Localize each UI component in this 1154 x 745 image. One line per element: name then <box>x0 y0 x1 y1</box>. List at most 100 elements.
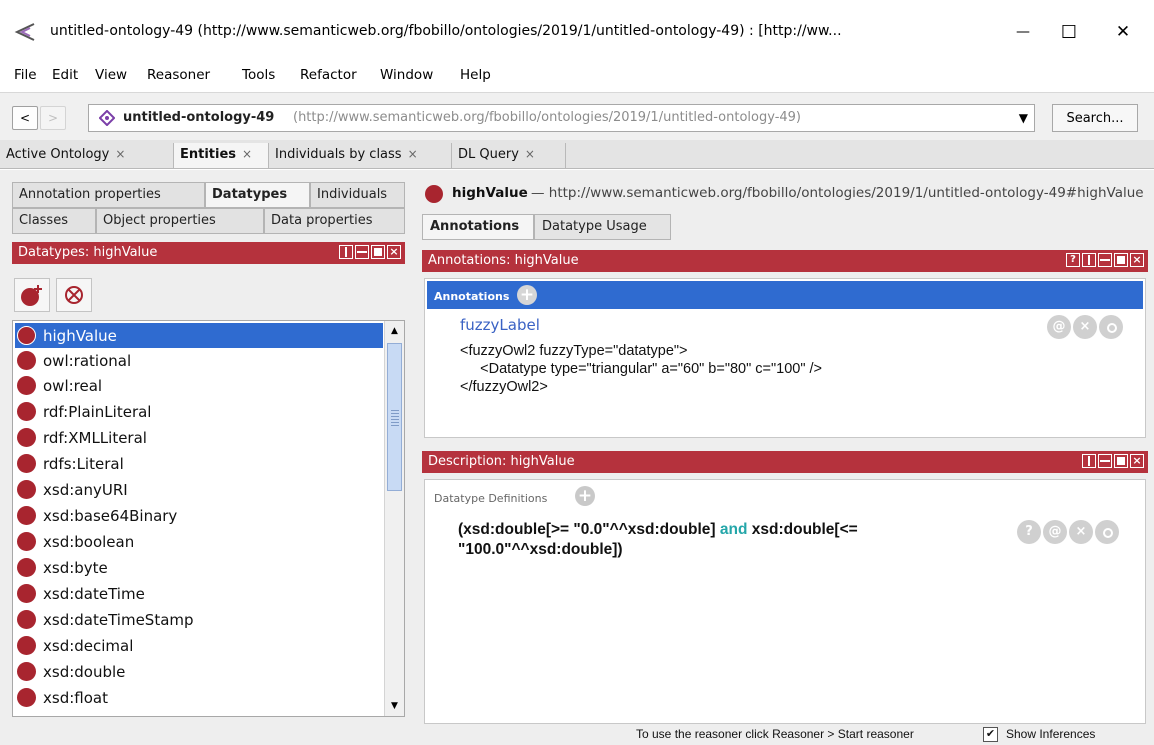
datatype-icon <box>17 688 36 707</box>
chevron-down-icon[interactable]: ▼ <box>1019 111 1028 125</box>
list-item[interactable]: rdf:XMLLiteral <box>15 425 385 450</box>
maximize-button[interactable]: ☐ <box>1046 14 1092 50</box>
list-item[interactable]: rdfs:Literal <box>15 451 385 476</box>
menu-tools[interactable]: Tools <box>242 67 275 83</box>
close-view-icon[interactable]: × <box>1130 454 1144 468</box>
delete-annotation-icon[interactable]: × <box>1073 315 1097 339</box>
datatype-icon <box>17 454 36 473</box>
maximize-view-icon[interactable] <box>1114 253 1128 267</box>
split-vertical-icon[interactable] <box>1082 454 1096 468</box>
title-bar: untitled-ontology-49 (http://www.semanti… <box>0 0 1154 62</box>
tab-dl-query[interactable]: DL Query × <box>452 143 566 168</box>
show-inferences-label: Show Inferences <box>1006 727 1096 741</box>
close-tab-icon[interactable]: × <box>525 147 535 161</box>
close-tab-icon[interactable]: × <box>115 147 125 161</box>
list-item[interactable]: xsd:decimal <box>15 633 385 658</box>
split-horizontal-icon[interactable] <box>355 245 369 259</box>
ontology-selector[interactable]: untitled-ontology-49 (http://www.semanti… <box>88 104 1035 132</box>
datatype-definition[interactable]: (xsd:double[>= "0.0"^^xsd:double] and xs… <box>458 520 858 560</box>
list-item[interactable]: xsd:boolean <box>15 529 385 554</box>
close-view-icon[interactable]: × <box>387 245 401 259</box>
tab-individuals-by-class[interactable]: Individuals by class × <box>269 143 452 168</box>
help-icon[interactable]: ? <box>1066 253 1080 267</box>
annotations-view-header: Annotations: highValue ? × <box>422 250 1148 272</box>
menu-edit[interactable]: Edit <box>52 67 78 83</box>
list-item[interactable]: highValue <box>15 323 383 348</box>
scroll-down-icon[interactable]: ▼ <box>385 696 404 716</box>
menu-reasoner[interactable]: Reasoner <box>147 67 210 83</box>
annotate-icon[interactable]: @ <box>1043 520 1067 544</box>
delete-datatype-button[interactable] <box>56 278 92 312</box>
workspace-tabs: Active Ontology × Entities × Individuals b… <box>0 140 1154 169</box>
add-annotation-icon[interactable]: + <box>517 285 537 305</box>
add-datatype-icon <box>21 285 42 306</box>
list-item[interactable]: xsd:byte <box>15 555 385 580</box>
tab-classes[interactable]: Classes <box>12 208 96 234</box>
menu-help[interactable]: Help <box>460 67 491 83</box>
tab-individuals[interactable]: Individuals <box>310 182 405 208</box>
tab-datatype-usage[interactable]: Datatype Usage <box>534 214 671 240</box>
edit-definition-icon[interactable] <box>1095 520 1119 544</box>
annotate-icon[interactable]: @ <box>1047 315 1071 339</box>
explain-icon[interactable]: ? <box>1017 520 1041 544</box>
datatype-list: highValue owl:rational owl:real rdf:Plai… <box>12 320 405 717</box>
split-vertical-icon[interactable] <box>1082 253 1096 267</box>
datatype-icon <box>17 532 36 551</box>
list-item[interactable]: xsd:anyURI <box>15 477 385 502</box>
tab-entities[interactable]: Entities × <box>174 143 269 168</box>
back-button[interactable]: < <box>12 106 38 130</box>
datatype-icon <box>17 610 36 629</box>
minimize-button[interactable]: — <box>1000 14 1046 50</box>
keyword-and: and <box>719 521 748 538</box>
show-inferences-checkbox[interactable]: ✔ <box>983 727 998 742</box>
tab-active-ontology[interactable]: Active Ontology × <box>0 143 174 168</box>
datatype-icon <box>17 636 36 655</box>
edit-annotation-icon[interactable] <box>1099 315 1123 339</box>
description-view-header: Description: highValue × <box>422 451 1148 473</box>
split-vertical-icon[interactable] <box>339 245 353 259</box>
scroll-thumb[interactable] <box>387 343 402 491</box>
datatype-icon <box>17 351 36 370</box>
list-item[interactable]: owl:rational <box>15 348 385 373</box>
split-horizontal-icon[interactable] <box>1098 454 1112 468</box>
section-label: Annotations <box>434 290 510 303</box>
split-horizontal-icon[interactable] <box>1098 253 1112 267</box>
list-item[interactable]: xsd:double <box>15 659 385 684</box>
datatype-icon <box>17 326 36 345</box>
datatypes-view-header: Datatypes: highValue × <box>12 242 405 264</box>
close-tab-icon[interactable]: × <box>408 147 418 161</box>
menu-window[interactable]: Window <box>380 67 433 83</box>
forward-button[interactable]: > <box>40 106 66 130</box>
list-item[interactable]: xsd:base64Binary <box>15 503 385 528</box>
maximize-view-icon[interactable] <box>1114 454 1128 468</box>
tab-data-properties[interactable]: Data properties <box>264 208 405 234</box>
scroll-up-icon[interactable]: ▲ <box>385 321 404 341</box>
datatype-icon <box>17 584 36 603</box>
list-item[interactable]: xsd:float <box>15 685 385 710</box>
tab-annotation-properties[interactable]: Annotation properties <box>12 182 205 208</box>
minimize-icon: — <box>1016 24 1030 40</box>
delete-definition-icon[interactable]: × <box>1069 520 1093 544</box>
add-datatype-button[interactable] <box>14 278 50 312</box>
tab-datatypes[interactable]: Datatypes <box>205 182 310 208</box>
annotation-property[interactable]: fuzzyLabel <box>460 316 540 334</box>
close-view-icon[interactable]: × <box>1130 253 1144 267</box>
list-item[interactable]: rdf:PlainLiteral <box>15 399 385 424</box>
list-item[interactable]: owl:real <box>15 373 385 398</box>
search-button[interactable]: Search... <box>1052 104 1138 132</box>
add-definition-icon[interactable]: + <box>575 486 595 506</box>
menu-view[interactable]: View <box>95 67 127 83</box>
menu-file[interactable]: File <box>14 67 37 83</box>
close-tab-icon[interactable]: × <box>242 147 252 161</box>
datatype-icon <box>17 480 36 499</box>
list-item[interactable]: xsd:dateTime <box>15 581 385 606</box>
close-window-button[interactable]: ✕ <box>1100 14 1146 50</box>
maximize-view-icon[interactable] <box>371 245 385 259</box>
entity-header: highValue — http://www.semanticweb.org/f… <box>425 182 1154 206</box>
list-scrollbar[interactable]: ▲ ▼ <box>384 321 404 716</box>
tab-annotations[interactable]: Annotations <box>422 214 534 240</box>
tab-object-properties[interactable]: Object properties <box>96 208 264 234</box>
menu-refactor[interactable]: Refactor <box>300 67 357 83</box>
list-item[interactable]: xsd:dateTimeStamp <box>15 607 385 632</box>
view-controls: × <box>1082 454 1144 468</box>
